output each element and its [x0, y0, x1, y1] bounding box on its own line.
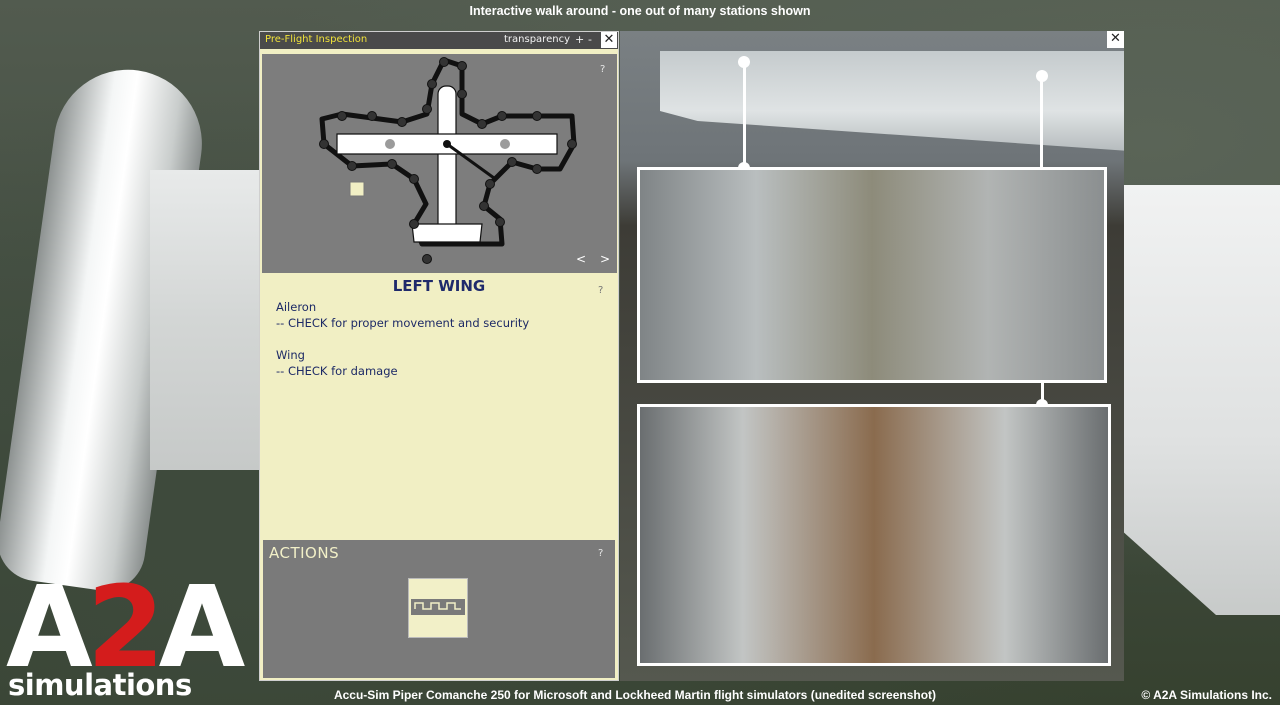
checklist: Aileron -- CHECK for proper movement and… — [276, 299, 529, 395]
checklist-item: Aileron -- CHECK for proper movement and… — [276, 299, 529, 331]
aircraft-wing-left — [150, 170, 265, 470]
map-help-button[interactable]: ? — [600, 64, 605, 75]
callout-line — [743, 62, 746, 168]
hinge-photo-closeup-1 — [637, 167, 1107, 383]
copyright-text: © A2A Simulations Inc. — [1141, 688, 1272, 702]
preflight-panel: Pre-Flight Inspection transparency + - ✕ — [259, 31, 619, 681]
station-help-button[interactable]: ? — [598, 285, 603, 296]
panel-title: Pre-Flight Inspection — [265, 34, 368, 45]
previous-station-button[interactable]: < — [576, 252, 586, 266]
bottom-caption: Accu-Sim Piper Comanche 250 for Microsof… — [333, 688, 937, 702]
next-station-button[interactable]: > — [600, 252, 610, 266]
checklist-item: Wing -- CHECK for damage — [276, 347, 529, 379]
action-toggle-aileron-button[interactable] — [408, 578, 468, 638]
callout-dot — [738, 56, 750, 68]
checklist-detail: -- CHECK for damage — [276, 364, 398, 378]
actions-label: ACTIONS — [269, 544, 340, 562]
top-caption: Interactive walk around - one out of man… — [469, 4, 811, 18]
actions-section: ACTIONS ? — [263, 540, 615, 678]
callout-dot — [1036, 70, 1048, 82]
hinge-photo-closeup-2 — [637, 404, 1111, 666]
photo-viewer — [620, 31, 1124, 681]
callout-line — [1040, 76, 1043, 168]
walkaround-map[interactable]: ? < > — [262, 54, 617, 273]
viewer-close-button[interactable]: ✕ — [1107, 31, 1124, 48]
transparency-label: transparency — [504, 34, 570, 45]
walkaround-path-diagram — [319, 57, 577, 264]
logo-subtitle: simulations — [8, 668, 192, 702]
station-title: LEFT WING — [392, 277, 486, 295]
checklist-heading: Aileron — [276, 300, 317, 314]
aircraft-wing-right — [1120, 185, 1280, 615]
actions-help-button[interactable]: ? — [598, 548, 603, 559]
panel-close-button[interactable]: ✕ — [601, 32, 617, 48]
transparency-increase-button[interactable]: + — [575, 33, 584, 46]
panel-titlebar[interactable]: Pre-Flight Inspection transparency + - ✕ — [260, 32, 618, 49]
aileron-wave-icon — [411, 599, 465, 615]
transparency-decrease-button[interactable]: - — [588, 33, 592, 46]
checklist-detail: -- CHECK for proper movement and securit… — [276, 316, 530, 330]
checklist-heading: Wing — [276, 348, 305, 362]
